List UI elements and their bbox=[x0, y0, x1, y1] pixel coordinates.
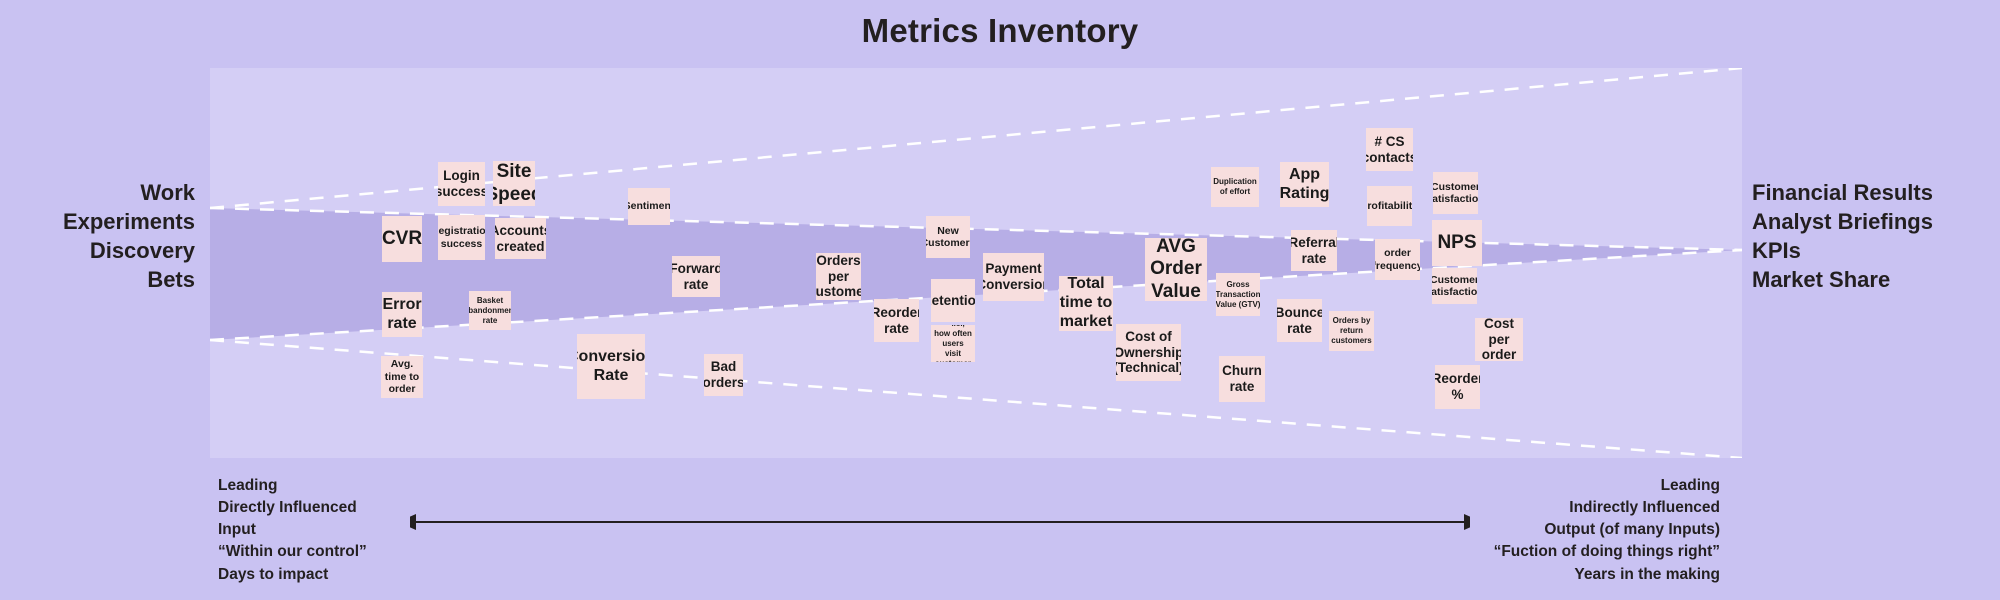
metric-card[interactable]: Customersatisfaction bbox=[1432, 268, 1477, 304]
metric-card-label: Reorderrate bbox=[874, 304, 919, 336]
metric-card[interactable]: Reorderrate bbox=[874, 299, 919, 342]
metric-card-label: Orders by return customers bbox=[1331, 316, 1372, 345]
metric-card-label: PaymentConversion bbox=[983, 261, 1044, 292]
metric-card[interactable]: Bounce rate bbox=[1277, 299, 1322, 342]
bidirectional-axis-arrow bbox=[410, 514, 1470, 530]
metric-card-label: App Rating bbox=[1280, 165, 1329, 202]
right-category-label-2: Analyst Briefings bbox=[1752, 209, 1933, 235]
metric-card-label: Gross Transaction Value (GTV) bbox=[1216, 279, 1260, 309]
metric-card[interactable]: Referral rate bbox=[1291, 230, 1337, 271]
metric-card[interactable]: Cost of Ownership (Technical) bbox=[1116, 324, 1181, 381]
metric-card[interactable]: Duplication of effort bbox=[1211, 167, 1259, 207]
metric-card-label: orderfrequency bbox=[1375, 247, 1420, 272]
metric-card[interactable]: Reorder% bbox=[1435, 365, 1480, 409]
metric-card-label: ConversionRate bbox=[577, 347, 645, 384]
metric-card[interactable]: Basketabandonmentrate bbox=[469, 291, 511, 330]
metric-card[interactable]: Registrationsuccess bbox=[438, 215, 485, 260]
metric-card[interactable]: # CScontacts bbox=[1366, 128, 1413, 171]
metric-card-label: Basketabandonmentrate bbox=[469, 295, 511, 325]
left-category-labels: Work Experiments Discovery Bets bbox=[0, 178, 195, 294]
metric-card[interactable]: Accountscreated bbox=[495, 218, 546, 259]
left-category-label-4: Bets bbox=[147, 267, 195, 293]
metric-card-label: Orderspercustomer bbox=[816, 253, 861, 300]
metric-card[interactable]: CVR bbox=[382, 216, 422, 262]
metric-card-label: Cost of Ownership (Technical) bbox=[1116, 328, 1181, 376]
legend-left-line-1: Leading bbox=[218, 477, 278, 494]
metric-card[interactable]: Platformstickiness — i.e.,how often user… bbox=[931, 325, 975, 362]
metric-card[interactable]: Bad orders bbox=[704, 354, 743, 396]
right-category-label-4: Market Share bbox=[1752, 267, 1891, 293]
metric-card[interactable]: Forward rate bbox=[672, 256, 720, 297]
metric-card[interactable]: NPS bbox=[1432, 220, 1482, 266]
metric-card-label: profitability bbox=[1367, 199, 1412, 212]
left-category-label-1: Work bbox=[140, 180, 195, 205]
metric-card-label: Registrationsuccess bbox=[438, 225, 485, 250]
legend-right-line-5: Years in the making bbox=[1574, 565, 1720, 583]
right-category-label-3: KPIs bbox=[1752, 238, 1801, 264]
metric-card-label: Sentiment bbox=[628, 200, 670, 213]
left-category-label-2: Experiments bbox=[62, 209, 195, 235]
legend-right-line-1: Leading bbox=[1660, 477, 1720, 494]
metric-card-label: Bad orders bbox=[704, 359, 743, 390]
metrics-inventory-page: Metrics Inventory CVR Loginsuccess SiteSpe… bbox=[0, 0, 2000, 600]
metric-card-label: Referral rate bbox=[1291, 234, 1337, 266]
metric-card-label: Retention bbox=[931, 292, 975, 308]
metric-card-label: Bounce rate bbox=[1277, 304, 1322, 336]
right-category-label-1: Financial Results bbox=[1752, 180, 1933, 205]
metric-card-label: Churn rate bbox=[1222, 363, 1262, 394]
metric-card-label: Error rate bbox=[382, 295, 422, 332]
metric-card-label: CVR bbox=[382, 227, 422, 249]
metric-card[interactable]: PaymentConversion bbox=[983, 253, 1044, 301]
metric-card[interactable]: Retention bbox=[931, 279, 975, 322]
funnel-diagram bbox=[210, 68, 1742, 458]
metric-card-label: SiteSpeed bbox=[493, 161, 535, 205]
metric-card[interactable]: AVG Order Value bbox=[1145, 238, 1207, 301]
legend-left-line-4: “Within our control” bbox=[218, 543, 367, 561]
metric-card[interactable]: Orderspercustomer bbox=[816, 253, 861, 300]
metric-card[interactable]: SiteSpeed bbox=[493, 161, 535, 206]
metric-card[interactable]: Total time to market bbox=[1059, 276, 1113, 331]
metric-card[interactable]: Login success bbox=[438, 162, 485, 206]
metric-card[interactable]: Orders by return customers bbox=[1329, 311, 1374, 351]
metric-card[interactable]: Sentiment bbox=[628, 188, 670, 225]
metric-card[interactable]: Error rate bbox=[382, 292, 422, 337]
metric-card-label: Reorder% bbox=[1435, 371, 1480, 402]
legend-left-line-5: Days to impact bbox=[218, 565, 329, 583]
metric-card[interactable]: orderfrequency bbox=[1375, 239, 1420, 280]
metric-card[interactable]: App Rating bbox=[1280, 162, 1329, 207]
metric-card-label: AVG Order Value bbox=[1150, 238, 1202, 301]
metric-card[interactable]: Churn rate bbox=[1219, 356, 1265, 402]
metric-card-label: # CScontacts bbox=[1366, 133, 1413, 165]
metric-card-label: Platformstickiness — i.e.,how often user… bbox=[934, 325, 972, 362]
metric-card[interactable]: Cost per order bbox=[1475, 318, 1523, 361]
metric-card[interactable]: Customersatisfaction bbox=[1433, 172, 1478, 214]
metric-card-label: Customersatisfaction bbox=[1432, 273, 1477, 298]
metric-card[interactable]: profitability bbox=[1367, 186, 1412, 226]
metric-card[interactable]: ConversionRate bbox=[577, 334, 645, 399]
metric-card-label: Login success bbox=[438, 168, 485, 199]
metric-card-label: Forward rate bbox=[672, 260, 720, 292]
metric-card-label: NPS bbox=[1437, 231, 1477, 253]
metric-card[interactable]: Avg. time to order bbox=[381, 356, 423, 398]
metric-card-label: Total time to market bbox=[1059, 276, 1113, 330]
metric-card-label: Customersatisfaction bbox=[1433, 180, 1478, 205]
metric-card-label: Cost per order bbox=[1481, 318, 1517, 361]
metric-card-label: NewCustomers bbox=[926, 224, 970, 249]
metric-card-label: Accountscreated bbox=[495, 222, 546, 254]
metric-card-label: Avg. time to order bbox=[384, 358, 420, 396]
left-category-label-3: Discovery bbox=[89, 238, 195, 264]
page-title: Metrics Inventory bbox=[861, 12, 1139, 49]
metric-card-label: Duplication of effort bbox=[1213, 177, 1257, 196]
metrics-board: CVR Loginsuccess SiteSpeed Registrationsucc… bbox=[210, 68, 1742, 458]
right-category-labels: Financial Results Analyst Briefings KPIs Ma… bbox=[1752, 178, 2000, 294]
metric-card[interactable]: Gross Transaction Value (GTV) bbox=[1216, 273, 1260, 316]
metric-card[interactable]: NewCustomers bbox=[926, 216, 970, 258]
legend-right-line-4: “Fuction of doing things right” bbox=[1493, 543, 1720, 561]
